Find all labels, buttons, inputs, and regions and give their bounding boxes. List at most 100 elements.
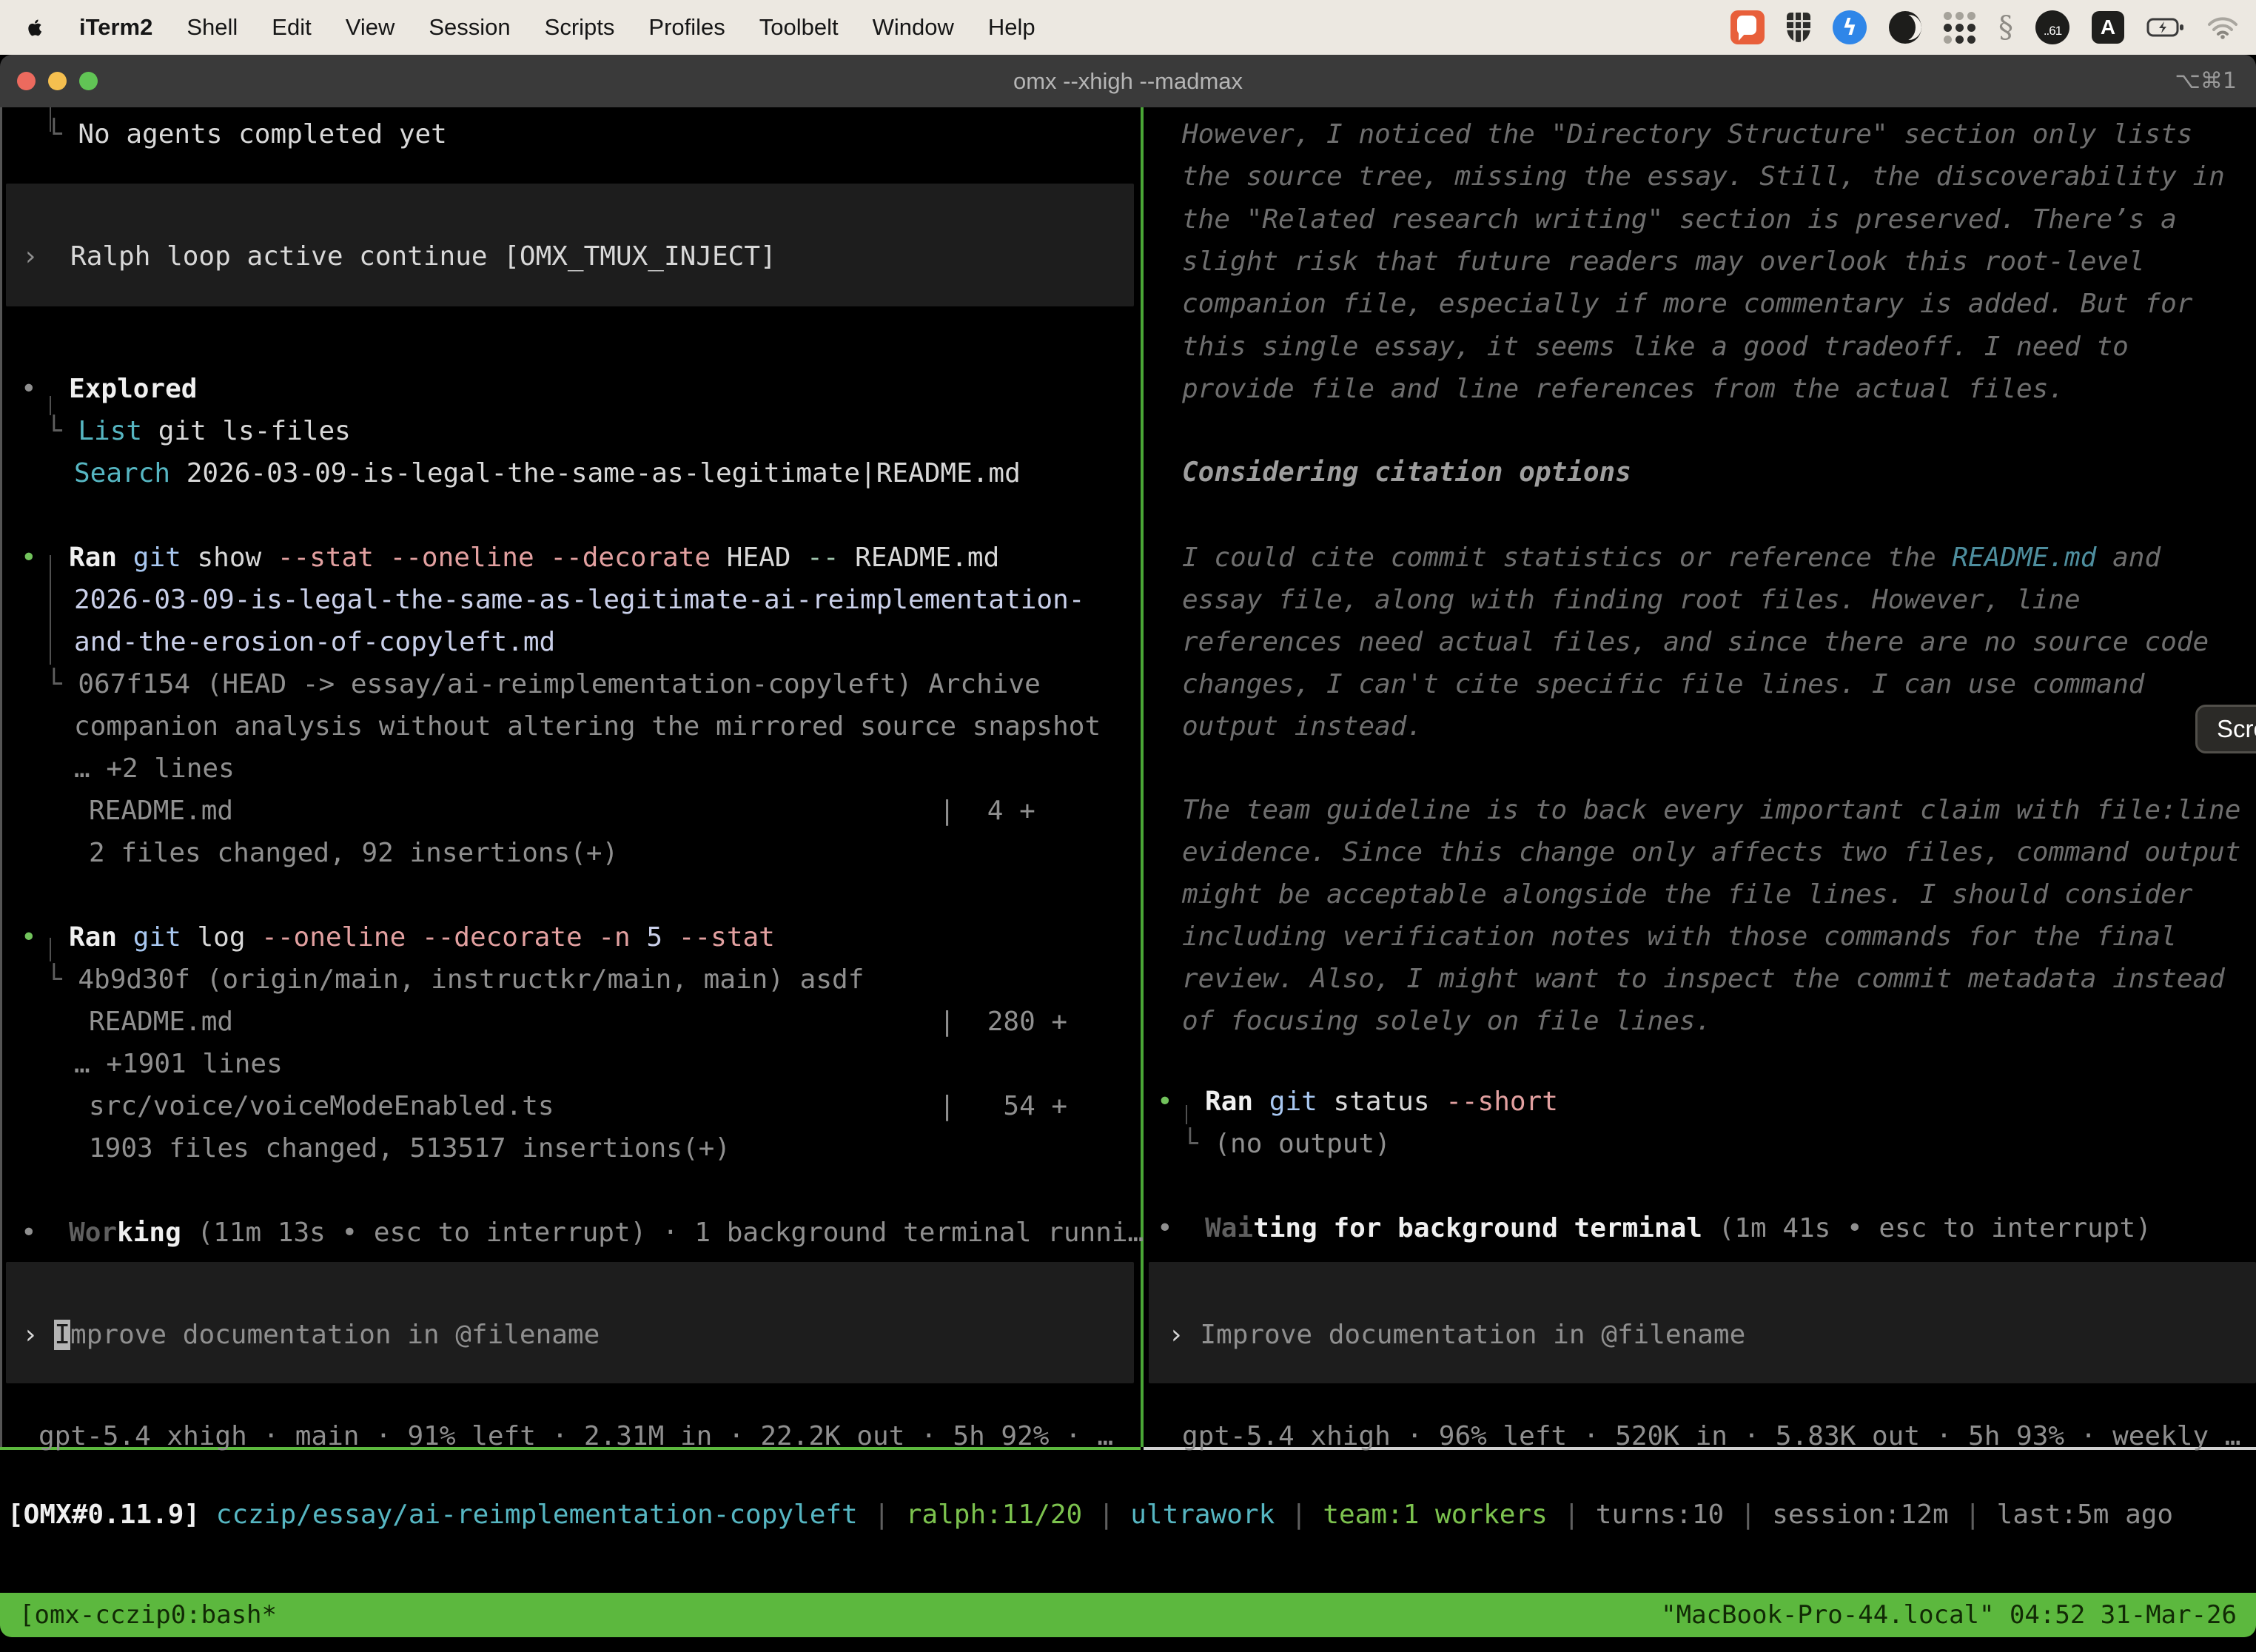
menu-item-shell[interactable]: Shell (187, 14, 238, 41)
git-show-commit-msg: companion analysis without altering the … (74, 705, 1101, 748)
chat-app-icon[interactable] (1730, 10, 1765, 44)
terminal[interactable]: └ No agents completed yet › Ralph loop ac… (0, 107, 2256, 1652)
menu-item-toolbelt[interactable]: Toolbelt (759, 14, 839, 41)
text-segment: -n (598, 922, 630, 953)
git-show-filename-2: and-the-erosion-of-copyleft.md (74, 621, 555, 663)
text-segment: --short (1446, 1087, 1558, 1117)
text-segment: No agents completed yet (78, 119, 447, 150)
menu-item-session[interactable]: Session (429, 14, 510, 41)
right-model-status: gpt-5.4 xhigh · 96% left · 520K in · 5.8… (1182, 1415, 2240, 1457)
explored-list-line: └ List git ls-files (46, 410, 351, 452)
text-segment: └ (46, 416, 78, 446)
tmux-session-label: [omx-cczip0:bash* (19, 1600, 277, 1630)
text-segment: ralph:11/20 (906, 1500, 1082, 1530)
crescent-app-icon[interactable] (1889, 11, 1921, 44)
text-segment: the source tree, missing the essay. Stil… (1182, 161, 2225, 192)
reasoning-p1-line7: provide file and line references from th… (1182, 368, 2064, 410)
text-segment: Considering citation options (1182, 457, 1631, 488)
wifi-icon[interactable] (2207, 16, 2238, 39)
menu-item-help[interactable]: Help (988, 14, 1035, 41)
text-segment: show (181, 543, 278, 573)
waiting-status-line: • Waiting for background terminal (1m 41… (1157, 1207, 2152, 1249)
menu-item-profiles[interactable]: Profiles (648, 14, 725, 41)
omx-status-line: [OMX#0.11.9] cczip/essay/ai-reimplementa… (7, 1494, 2173, 1536)
text-segment: session:12m (1772, 1500, 1948, 1530)
text-segment: log (181, 922, 261, 953)
squiggle-app-icon[interactable]: § (1998, 10, 2013, 44)
battery-percent-label: ..61 (2044, 24, 2061, 38)
text-segment: slight risk that future readers may over… (1182, 246, 2144, 277)
menu-item-iterm2[interactable]: iTerm2 (79, 14, 152, 41)
window-title-bar[interactable]: omx --xhigh --madmax ⌥⌘1 (0, 55, 2256, 109)
text-segment (374, 543, 390, 573)
text-segment: gpt-5.4 xhigh · main · 91% left · 2.31M … (38, 1421, 1113, 1451)
text-segment: Wor (69, 1218, 117, 1248)
reasoning-p2-line5: output instead. (1182, 705, 1423, 748)
text-segment: --decorate (422, 922, 583, 953)
text-segment: might be acceptable alongside the file l… (1182, 879, 2192, 910)
battery-percent-icon[interactable]: ..61 (2035, 10, 2069, 44)
reasoning-heading: Considering citation options (1182, 451, 1631, 494)
git-show-filename-1: 2026-03-09-is-legal-the-same-as-legitima… (74, 579, 1084, 621)
text-segment: [OMX#0.11.9] (7, 1500, 200, 1530)
text-segment: (11m 13s • esc to interrupt) · 1 backgro… (181, 1218, 1144, 1248)
text-segment: mprove documentation in @filename (70, 1320, 600, 1350)
text-segment (1253, 1087, 1269, 1117)
git-show-command: • Ran git show --stat --oneline --decora… (21, 537, 999, 579)
git-show-stat-summary: 2 files changed, 92 insertions(+) (89, 832, 618, 874)
tmux-status-bar[interactable]: [omx-cczip0:bash* "MacBook-Pro-44.local"… (0, 1593, 2256, 1637)
window-shortcut-badge: ⌥⌘1 (2175, 68, 2237, 94)
menu-item-edit[interactable]: Edit (272, 14, 311, 41)
menu-item-window[interactable]: Window (873, 14, 954, 41)
text-segment: of focusing solely on file lines. (1182, 1006, 1711, 1036)
left-model-status: gpt-5.4 xhigh · main · 91% left · 2.31M … (38, 1415, 1113, 1457)
text-segment: and (2096, 543, 2161, 573)
git-log-stat-readme: README.md | 280 + (89, 1001, 1067, 1043)
text-segment: status (1317, 1087, 1446, 1117)
reasoning-p3-line3: might be acceptable alongside the file l… (1182, 873, 2192, 916)
text-segment (53, 543, 69, 573)
text-segment: turns:10 (1596, 1500, 1724, 1530)
menu-item-view[interactable]: View (346, 14, 395, 41)
tmux-host-clock-label: "MacBook-Pro-44.local" 04:52 31-Mar-26 (1661, 1600, 2237, 1630)
text-segment: essay file, along with finding root file… (1182, 585, 2081, 615)
text-segment (631, 922, 647, 953)
reasoning-p3-line5: review. Also, I might want to inspect th… (1182, 958, 2225, 1000)
text-segment: cczip/essay/ai-reimplementation-copyleft (216, 1500, 858, 1530)
menu-status-area: ϟ § ..61 A (1730, 10, 2256, 44)
reasoning-p1-line3: the "Related research writing" section i… (1182, 198, 2177, 241)
text-segment: › (22, 1320, 54, 1350)
git-show-more-lines: … +2 lines (74, 748, 235, 790)
shield-icon[interactable] (1787, 13, 1810, 42)
text-segment: output instead. (1182, 711, 1423, 742)
lightning-badge-icon[interactable]: ϟ (1833, 10, 1867, 44)
working-status-line: • Working (11m 13s • esc to interrupt) ·… (21, 1212, 1144, 1254)
dots-grid-icon[interactable] (1944, 11, 1976, 44)
apple-menu-icon[interactable] (25, 16, 45, 39)
text-segment: ultrawork (1130, 1500, 1275, 1530)
text-segment: --stat (679, 922, 775, 953)
text-segment: 1903 files changed, 513517 insertions(+) (89, 1133, 731, 1164)
text-segment (662, 922, 679, 953)
ralph-loop-banner: › Ralph loop active continue [OMX_TMUX_I… (22, 235, 776, 278)
text-segment (1189, 1213, 1205, 1243)
keyboard-layout-icon[interactable]: A (2092, 11, 2124, 44)
text-segment: -- (807, 543, 839, 573)
agents-status-line: └ No agents completed yet (46, 113, 447, 155)
screen-share-overlay-label: Scre (2217, 715, 2256, 743)
menu-item-scripts[interactable]: Scripts (545, 14, 615, 41)
git-log-commit-line: └ 4b9d30f (origin/main, instructkr/main,… (46, 958, 864, 1001)
text-segment: Wai (1205, 1213, 1253, 1243)
text-segment: king (117, 1218, 181, 1248)
text-segment: this single essay, it seems like a good … (1182, 332, 2129, 362)
text-segment (534, 543, 551, 573)
text-segment: ting for background terminal (1253, 1213, 1702, 1243)
screen-share-overlay-button[interactable]: Scre (2195, 705, 2256, 753)
git-status-output: └ (no output) (1182, 1123, 1391, 1165)
text-segment: 4b9d30f (origin/main, instructkr/main, m… (78, 964, 864, 995)
text-segment: the "Related research writing" section i… (1182, 204, 2177, 235)
battery-icon[interactable] (2146, 17, 2185, 38)
git-status-command: • Ran git status --short (1157, 1081, 1558, 1123)
text-segment: └ (46, 119, 78, 150)
text-segment: I could cite commit statistics or refere… (1182, 543, 1952, 573)
